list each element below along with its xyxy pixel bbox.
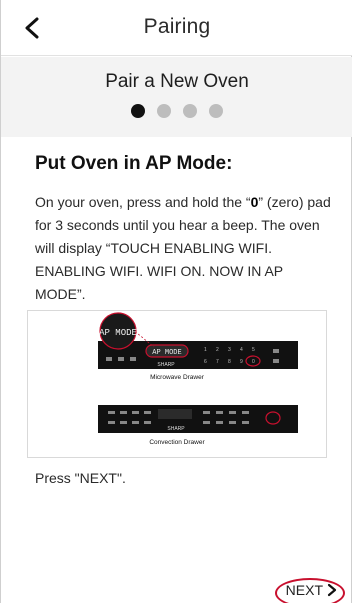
step-title: Pair a New Oven xyxy=(105,71,249,92)
convection-panel xyxy=(98,405,298,433)
svg-text:9: 9 xyxy=(240,359,243,365)
svg-text:5: 5 xyxy=(252,347,255,353)
chevron-right-icon xyxy=(327,583,337,597)
step-dot-3 xyxy=(183,104,197,118)
section-title: Put Oven in AP Mode: xyxy=(35,153,233,174)
convection-label: Convection Drawer xyxy=(149,439,205,446)
svg-text:4: 4 xyxy=(240,347,243,353)
step-dot-1 xyxy=(131,104,145,118)
oven-illustration: AP MODE 1 2 3 4 5 6 7 8 9 0 SHARP AP MODE Microw… xyxy=(98,312,298,446)
top-bar: Pairing xyxy=(1,0,352,56)
magnified-display-text: AP MODE xyxy=(99,328,137,338)
instructions-part-1: On your oven, press and hold the “ xyxy=(35,194,251,210)
instruction-content: Put Oven in AP Mode: On your oven, press… xyxy=(35,153,335,306)
step-indicator xyxy=(1,104,352,118)
press-next-text: Press "NEXT". xyxy=(35,470,126,486)
svg-text:1: 1 xyxy=(204,347,207,353)
svg-text:6: 6 xyxy=(204,359,207,365)
microwave-label: Microwave Drawer xyxy=(150,374,205,381)
next-button[interactable]: NEXT xyxy=(286,577,337,603)
step-dot-4 xyxy=(209,104,223,118)
svg-text:3: 3 xyxy=(228,347,231,353)
instructions-text: On your oven, press and hold the “0” (ze… xyxy=(35,191,335,306)
step-dot-2 xyxy=(157,104,171,118)
brand-label-bottom: SHARP xyxy=(167,426,185,432)
svg-text:2: 2 xyxy=(216,347,219,353)
svg-text:0: 0 xyxy=(252,359,255,365)
oven-diagram: AP MODE 1 2 3 4 5 6 7 8 9 0 SHARP AP MODE Microw… xyxy=(27,310,327,458)
convection-display xyxy=(158,409,192,419)
app-frame: Pairing Pair a New Oven Put Oven in AP M… xyxy=(0,0,352,603)
svg-text:8: 8 xyxy=(228,359,231,365)
next-button-label: NEXT xyxy=(285,582,323,598)
panel-display-text: AP MODE xyxy=(152,349,181,357)
svg-text:7: 7 xyxy=(216,359,219,365)
step-header: Pair a New Oven xyxy=(1,57,352,137)
page-title: Pairing xyxy=(143,15,211,38)
instructions-part-2: ” (zero) pad for 3 seconds until you hea… xyxy=(35,194,331,302)
brand-label-top: SHARP xyxy=(157,362,175,368)
